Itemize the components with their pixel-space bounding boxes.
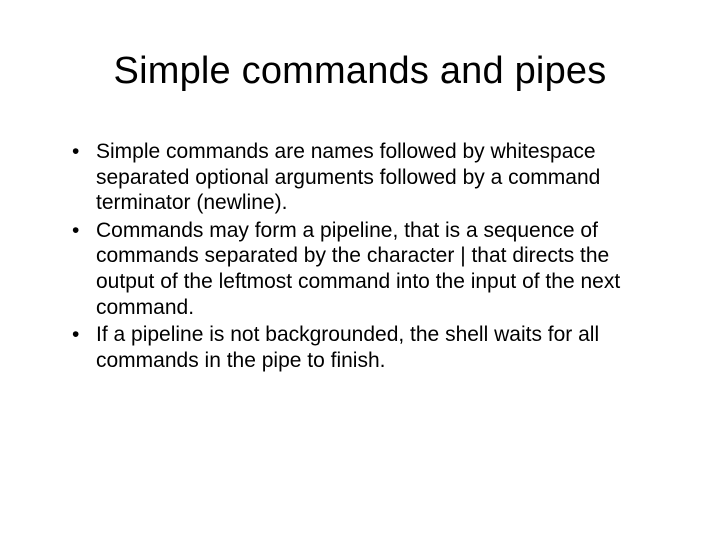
list-item: Commands may form a pipeline, that is a …: [66, 218, 654, 320]
list-item: If a pipeline is not backgrounded, the s…: [66, 322, 654, 373]
list-item: Simple commands are names followed by wh…: [66, 139, 654, 216]
bullet-list: Simple commands are names followed by wh…: [60, 139, 660, 373]
slide-title: Simple commands and pipes: [60, 50, 660, 93]
slide: Simple commands and pipes Simple command…: [0, 0, 720, 540]
